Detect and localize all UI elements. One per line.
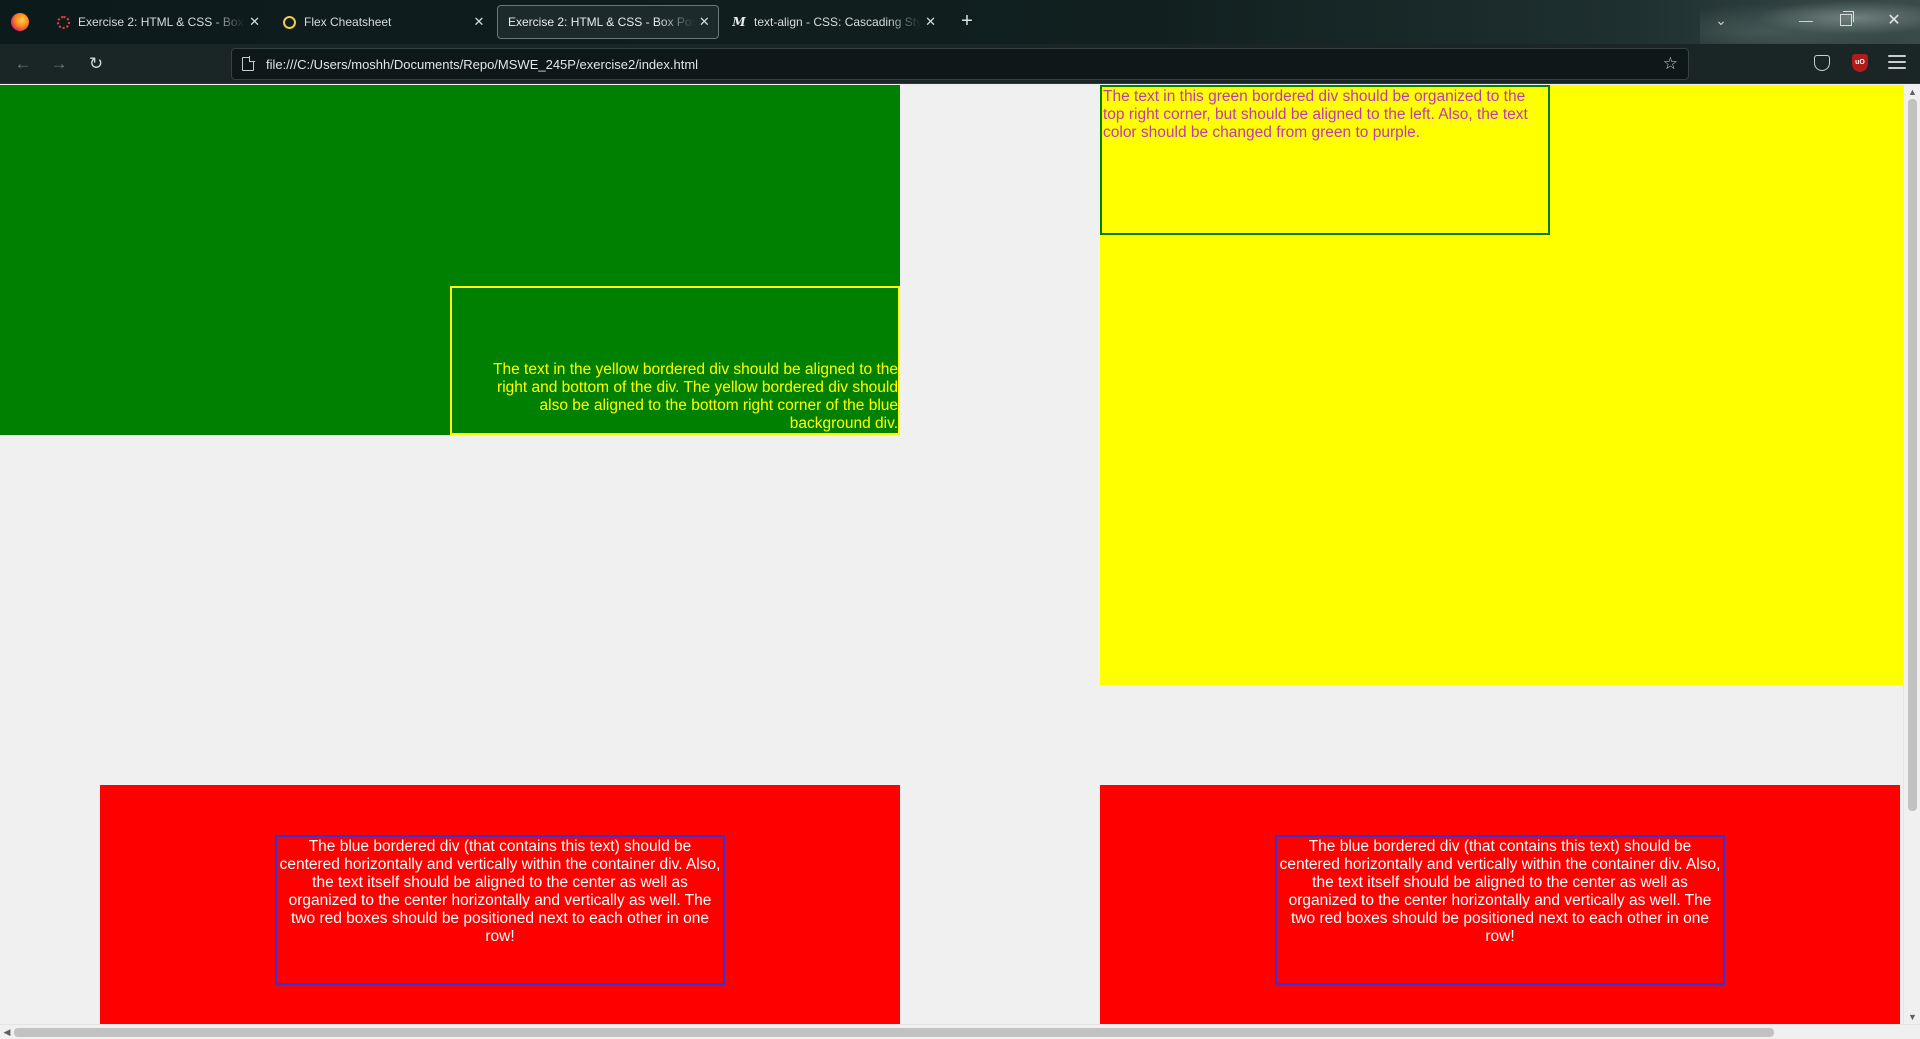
vertical-scroll-thumb[interactable] <box>1908 99 1917 811</box>
close-tab-icon[interactable]: ✕ <box>249 15 260 29</box>
green-container: The text in the yellow bordered div shou… <box>0 85 900 435</box>
tab-mdn-text-align[interactable]: M text-align - CSS: Cascading Style Shee… <box>722 5 944 39</box>
green-bordered-div: The text in this green bordered div shou… <box>1100 85 1550 235</box>
ublock-origin-icon[interactable]: uO <box>1852 54 1868 72</box>
tab-flex-cheatsheet[interactable]: Flex Cheatsheet ✕ <box>272 5 494 39</box>
scroll-left-arrow-icon[interactable]: ◀ <box>0 1025 14 1039</box>
close-tab-icon[interactable]: ✕ <box>699 15 710 29</box>
hamburger-menu-icon[interactable] <box>1888 55 1906 71</box>
green-bordered-text: The text in this green bordered div shou… <box>1103 88 1528 141</box>
mdn-icon: M <box>732 15 746 29</box>
tab-bar: Exercise 2: HTML & CSS - Box Positioning… <box>0 0 1920 44</box>
close-window-icon[interactable]: ✕ <box>1884 10 1904 30</box>
blue-bordered-text-right: The blue bordered div (that contains thi… <box>1279 838 1721 945</box>
vertical-scrollbar[interactable]: ▲ ▼ <box>1903 85 1920 1024</box>
yellow-bordered-div: The text in the yellow bordered div shou… <box>450 286 900 435</box>
red-container-right: The blue bordered div (that contains thi… <box>1100 785 1900 1024</box>
yellow-bordered-text: The text in the yellow bordered div shou… <box>493 361 898 432</box>
forward-arrow-icon[interactable]: → <box>47 52 71 76</box>
pocket-icon[interactable] <box>1814 55 1830 71</box>
scroll-down-arrow-icon[interactable]: ▼ <box>1904 1010 1920 1024</box>
blue-bordered-div-left: The blue bordered div (that contains thi… <box>275 835 725 985</box>
close-tab-icon[interactable]: ✕ <box>925 15 936 29</box>
yellow-container: The text in this green bordered div shou… <box>1100 85 1903 685</box>
tab-title: text-align - CSS: Cascading Style Sheets… <box>754 15 922 29</box>
list-all-tabs-chevron-icon[interactable]: ⌄ <box>1711 12 1731 32</box>
loading-spinner-icon <box>56 15 70 29</box>
tab-exercise2-loading[interactable]: Exercise 2: HTML & CSS - Box Positioning… <box>46 5 268 39</box>
back-arrow-icon[interactable]: ← <box>11 52 35 76</box>
new-tab-button[interactable]: + <box>955 10 979 34</box>
page-file-icon <box>242 56 255 71</box>
tab-title: Exercise 2: HTML & CSS - Box Positioning <box>78 15 245 29</box>
tab-title: Flex Cheatsheet <box>304 15 392 29</box>
horizontal-scrollbar[interactable]: ◀ <box>0 1024 1920 1039</box>
navigation-toolbar: ← → ↻ file:///C:/Users/moshh/Documents/R… <box>0 44 1920 84</box>
close-tab-icon[interactable]: ✕ <box>472 15 486 29</box>
tab-exercise2-active[interactable]: Exercise 2: HTML & CSS - Box Positioning… <box>497 5 719 39</box>
tab-title: Exercise 2: HTML & CSS - Box Positioning <box>508 15 695 29</box>
red-container-left: The blue bordered div (that contains thi… <box>100 785 900 1024</box>
blue-bordered-div-right: The blue bordered div (that contains thi… <box>1275 835 1725 985</box>
ring-icon <box>282 15 296 29</box>
firefox-menu-icon[interactable] <box>11 13 29 31</box>
scroll-up-arrow-icon[interactable]: ▲ <box>1904 85 1920 99</box>
url-text[interactable]: file:///C:/Users/moshh/Documents/Repo/MS… <box>266 57 698 72</box>
page-viewport: The text in the yellow bordered div shou… <box>0 85 1903 1024</box>
restore-window-icon[interactable] <box>1840 11 1854 26</box>
reload-icon[interactable]: ↻ <box>84 52 108 76</box>
bookmark-star-icon[interactable]: ☆ <box>1663 54 1678 74</box>
minimize-window-icon[interactable]: — <box>1796 12 1816 32</box>
url-bar[interactable]: file:///C:/Users/moshh/Documents/Repo/MS… <box>231 48 1689 80</box>
blue-bordered-text-left: The blue bordered div (that contains thi… <box>279 838 721 945</box>
horizontal-scroll-thumb[interactable] <box>14 1028 1774 1037</box>
